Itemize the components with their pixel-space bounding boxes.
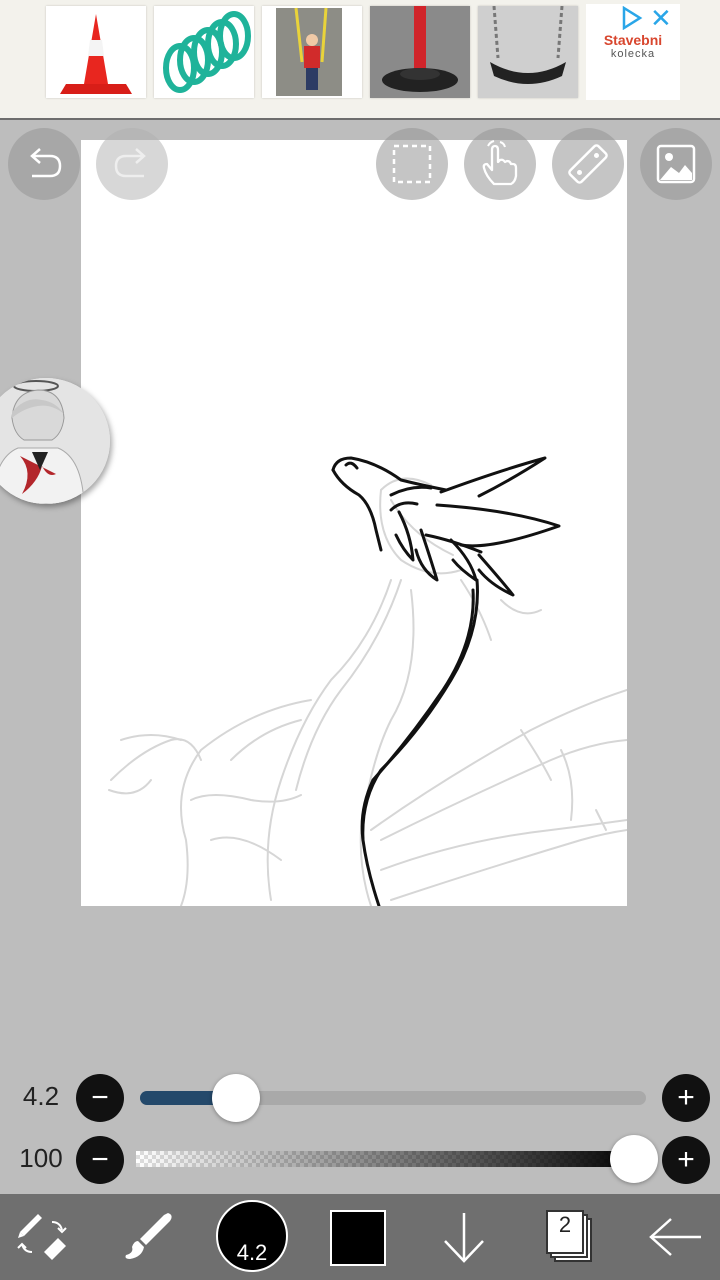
ad-product-spiral-hose[interactable] bbox=[154, 6, 254, 98]
opacity-slider[interactable] bbox=[136, 1135, 658, 1183]
ad-brand-subtitle: kolecka bbox=[610, 48, 656, 60]
brush-size-value: 4.2 bbox=[22, 1081, 60, 1111]
layers-button[interactable]: 2 bbox=[542, 1206, 598, 1266]
brush-size-slider-knob[interactable] bbox=[212, 1074, 261, 1122]
ad-product-swing-seat[interactable] bbox=[478, 6, 578, 98]
undo-icon bbox=[30, 148, 62, 178]
brush-size-indicator[interactable]: 4.2 bbox=[216, 1200, 288, 1272]
bottom-toolbar: 4.2 2 bbox=[0, 1194, 720, 1280]
pen-eraser-swap-icon bbox=[17, 1214, 67, 1260]
ad-brand[interactable]: ✕ Stavebni kolecka bbox=[586, 4, 680, 100]
brush-tool-button[interactable] bbox=[116, 1194, 180, 1280]
redo-icon bbox=[114, 148, 146, 178]
drawing-canvas[interactable] bbox=[81, 140, 627, 906]
ruler-icon bbox=[568, 144, 608, 184]
ad-product-traffic-cone[interactable] bbox=[46, 6, 146, 98]
opacity-value: 100 bbox=[19, 1143, 63, 1173]
brush-size-slider[interactable] bbox=[140, 1074, 646, 1122]
ad-product-post-base[interactable] bbox=[370, 6, 470, 98]
undo-button[interactable] bbox=[8, 128, 80, 200]
layer-merge-down-button[interactable] bbox=[434, 1194, 494, 1280]
brush-size-indicator-label: 4.2 bbox=[236, 1240, 268, 1265]
layer-count: 2 bbox=[558, 1212, 572, 1237]
color-picker-button[interactable] bbox=[330, 1210, 386, 1266]
selection-button[interactable] bbox=[376, 128, 448, 200]
back-button[interactable] bbox=[640, 1194, 710, 1280]
ad-choices-icon[interactable] bbox=[620, 6, 644, 30]
opacity-increase-button[interactable]: + bbox=[662, 1136, 710, 1184]
redo-button[interactable] bbox=[96, 128, 168, 200]
opacity-row: 100 − + bbox=[0, 1135, 720, 1185]
hand-tool-button[interactable] bbox=[464, 128, 536, 200]
pen-eraser-toggle-button[interactable] bbox=[10, 1194, 76, 1280]
brush-size-increase-button[interactable]: + bbox=[662, 1074, 710, 1122]
ruler-button[interactable] bbox=[552, 128, 624, 200]
ad-brand-name: Stavebni bbox=[603, 32, 663, 48]
ad-banner[interactable]: ✕ Stavebni kolecka bbox=[0, 0, 720, 120]
opacity-slider-knob[interactable] bbox=[610, 1135, 658, 1183]
brush-size-decrease-button[interactable]: − bbox=[76, 1074, 124, 1122]
arrow-down-icon bbox=[444, 1213, 484, 1263]
arrow-left-icon bbox=[649, 1218, 701, 1256]
brush-size-row: 4.2 − + bbox=[0, 1073, 720, 1123]
opacity-decrease-button[interactable]: − bbox=[76, 1136, 124, 1184]
material-button[interactable] bbox=[640, 128, 712, 200]
selection-icon bbox=[392, 144, 432, 184]
image-icon bbox=[656, 144, 696, 184]
sketch-artwork bbox=[108, 456, 627, 906]
ad-product-baby-swing[interactable] bbox=[262, 6, 362, 98]
brush-icon bbox=[125, 1213, 172, 1259]
hand-tool-icon bbox=[482, 140, 518, 186]
ad-close-button[interactable]: ✕ bbox=[650, 4, 672, 32]
